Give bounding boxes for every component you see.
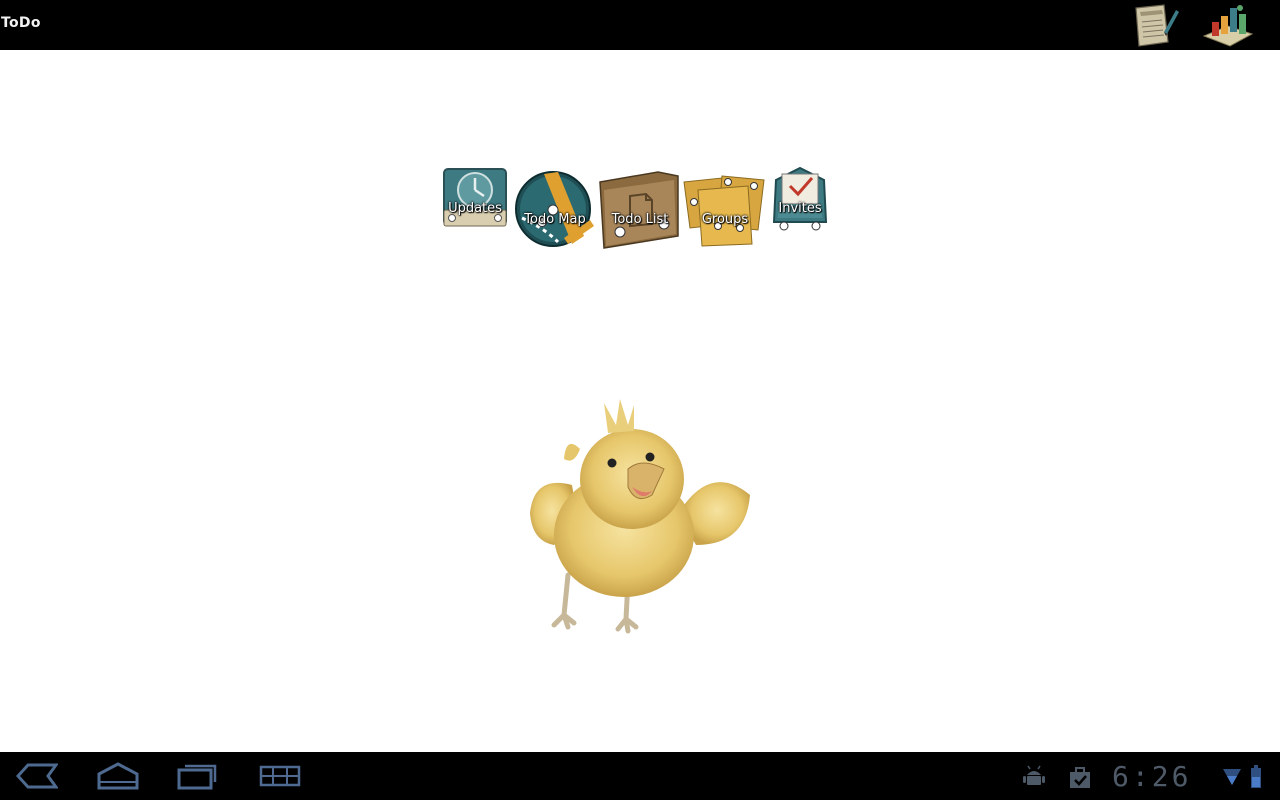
system-bar: 6:26 xyxy=(0,752,1280,800)
store-notification[interactable] xyxy=(1068,765,1092,793)
menu-label-updates: Updates xyxy=(448,201,502,216)
back-icon xyxy=(15,763,59,789)
menu-item-groups[interactable]: Groups xyxy=(682,172,768,248)
chick-mascot xyxy=(524,395,760,635)
menu-label-todo-list: Todo List xyxy=(611,212,669,227)
menu-label-todo-map: Todo Map xyxy=(524,212,586,227)
menu-item-todo-list[interactable]: Todo List xyxy=(598,168,682,252)
app-title: ToDo xyxy=(1,15,41,31)
cards-icon xyxy=(683,175,765,247)
android-debug-icon xyxy=(1023,765,1045,785)
clock[interactable]: 6:26 xyxy=(1112,760,1191,793)
home-icon xyxy=(97,762,139,790)
menu-grid-icon xyxy=(259,765,301,787)
store-bag-icon xyxy=(1070,767,1090,788)
menu-label-groups: Groups xyxy=(701,212,749,227)
main-content: Updates Todo Map Todo List Groups Invite… xyxy=(0,50,1280,752)
android-debug-notification[interactable] xyxy=(1022,765,1046,793)
stats-button[interactable] xyxy=(1202,2,1254,48)
wifi-icon xyxy=(1223,769,1241,785)
menu-item-todo-map[interactable]: Todo Map xyxy=(514,170,596,250)
notes-icon xyxy=(1135,4,1179,47)
menu-button[interactable] xyxy=(258,762,302,790)
home-button[interactable] xyxy=(96,762,140,790)
recent-apps-button[interactable] xyxy=(176,762,218,790)
menu-label-invites: Invites xyxy=(778,201,822,216)
menu-item-invites[interactable]: Invites xyxy=(770,166,830,232)
folder-icon xyxy=(599,171,679,249)
recent-apps-icon xyxy=(177,764,217,790)
stats-chart-icon xyxy=(1202,5,1254,47)
battery-status[interactable] xyxy=(1250,765,1262,793)
notes-button[interactable] xyxy=(1128,2,1180,48)
clock-icon xyxy=(443,168,507,227)
map-icon xyxy=(515,171,594,247)
back-button[interactable] xyxy=(15,762,59,790)
menu-item-updates[interactable]: Updates xyxy=(441,166,509,232)
wifi-status[interactable] xyxy=(1222,767,1242,791)
action-bar: ToDo xyxy=(0,0,1280,50)
invite-icon xyxy=(772,166,828,231)
battery-icon xyxy=(1251,765,1261,788)
